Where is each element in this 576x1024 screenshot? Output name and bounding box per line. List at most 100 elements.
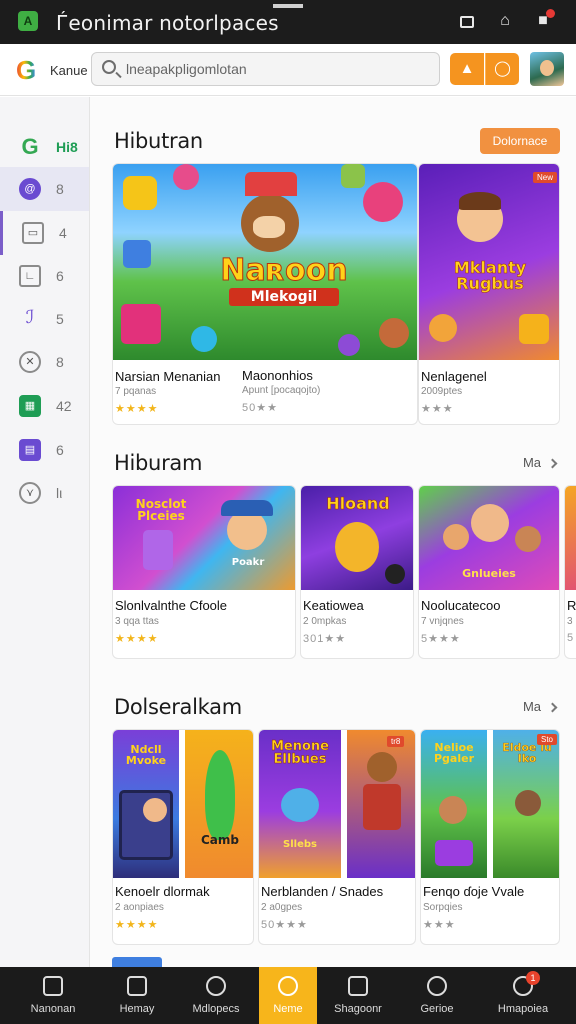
game-meta: 2 aonpiaes [115,902,164,913]
sidebar-item-label: 4 [59,225,67,241]
game-card[interactable]: Nelioe Pgaler Eldoe lu Iko Sto Fenqo ɗoj… [420,729,560,945]
drag-handle[interactable] [273,4,303,8]
calendar-icon: ▦ [19,395,41,417]
new-badge: New [533,172,558,183]
game-logo: Hloand [326,494,390,513]
game-logo: Nelioe Pgaler [433,741,474,765]
game-card[interactable]: Re 3 5 [564,485,576,659]
google-icon: G [21,134,39,159]
sidebar-item-at[interactable]: @ 8 [0,167,89,211]
game-rating: ★★★ [421,403,454,415]
game-logo-subtitle: Poakr [231,557,265,568]
game-logo: Ndcll Mvoke [125,743,167,767]
sidebar-item-label: 6 [56,268,64,284]
game-card[interactable]: Menone Ellbues Sllebs tr8 Nerblanden / S… [258,729,416,945]
section-title: Hiburam [114,451,203,475]
at-icon: @ [19,178,41,200]
brand-label: Kanue [50,63,88,78]
sidebar-item-home[interactable]: G Hi8 [0,125,89,169]
game-logo-subtitle: Sllebs [283,839,317,850]
game-card[interactable]: Maononhios Apunt [pocaqojto) 50★★ [240,359,410,425]
section-action-button[interactable]: Dolornace [480,128,560,154]
house-icon [127,976,147,996]
sidebar-item-label: 5 [56,311,64,327]
nav-item-store[interactable]: Shagoonr [317,967,399,1024]
game-logo-subtitle: Mlekogil [229,288,339,306]
title-bar: A Ѓeonimar notorlpaces ⌂ ■ [0,0,576,44]
game-title: Maononhios [242,368,313,383]
game-card[interactable]: Mklanty Rugbus New Nenlagenel 2009ptes ★… [418,163,560,425]
sidebar-item-label: 6 [56,442,64,458]
window-title: Ѓeonimar notorlpaces [56,11,279,35]
game-rating: 50★★ [242,402,278,414]
game-card[interactable]: Ndcll Mvoke Camb Kenoelr dlormak 2 aonpi… [112,729,254,945]
game-title: Keatiowea [303,598,364,613]
bottom-nav: Nanonan Hemay Mdlopecs Neme Shagoonr Ger… [0,967,576,1024]
game-meta: 7 vnjqnes [421,616,464,627]
settings-button[interactable]: ◯ [485,53,519,85]
game-thumbnail: tr8 [347,730,415,878]
compass-icon [206,976,226,996]
game-thumbnail: Nelioe Pgaler [421,730,487,878]
upload-icon[interactable]: ⌂ [494,10,516,32]
game-title: Fenqo ɗoje Vvale [423,884,525,899]
game-logo: Naʀoon [220,253,348,288]
run-icon: ℐ [25,307,35,327]
tools-icon: ✕ [19,351,41,373]
game-logo: Mklanty Rugbus [453,258,527,293]
game-title: Re [567,598,576,613]
next-row-peek [112,957,162,967]
sidebar-item-chart[interactable]: ∟ 6 [0,254,89,298]
promo-badge: Sto [537,734,558,745]
game-thumbnail: Mklanty Rugbus New [419,164,559,360]
nav-item-games[interactable]: Neme [259,967,317,1024]
nav-item-library[interactable]: Hemay [96,967,178,1024]
sidebar-item-run[interactable]: ℐ 5 [0,297,89,341]
game-title: Nerblanden / Snades [261,884,384,899]
game-title: Nenlagenel [421,369,487,384]
avatar[interactable] [530,52,564,86]
nav-item-explore[interactable]: Mdlopecs [175,967,257,1024]
game-title: Slonlvalnthe Cfoole [115,598,228,613]
leaf-icon: ⋎ [19,482,41,504]
sidebar-item-label: lι [56,485,63,501]
share-icon[interactable] [456,10,478,32]
game-thumbnail: Ndcll Mvoke [113,730,179,878]
game-logo: Menone Ellbues [270,739,329,767]
game-thumbnail [565,486,576,590]
notification-icon[interactable]: ■ [532,9,555,32]
sidebar-item-leaf[interactable]: ⋎ lι [0,471,89,515]
game-rating: ★★★★ [115,919,159,931]
see-more-link[interactable]: Ma [523,455,558,470]
nav-item-genre[interactable]: Gerioe [396,967,478,1024]
game-title: Noolucatecoo [421,598,501,613]
sidebar-item-calendar[interactable]: ▦ 42 [0,384,89,428]
section-title: Hibutran [114,129,203,153]
game-title: Kenoelr dlormak [115,884,210,899]
game-meta: 3 [567,616,573,627]
google-logo-icon[interactable]: G [16,56,36,84]
sidebar-item-tools[interactable]: ✕ 8 [0,340,89,384]
sidebar-item-folder[interactable]: ▤ 6 [0,428,89,472]
game-card[interactable]: Hloand Keatiowea 2 0mpkas 301★★ [300,485,414,659]
game-rating: 5 [567,632,575,644]
search-header: G Kanue ▲ ◯ [0,44,576,96]
nav-item-home[interactable]: Nanonan [12,967,94,1024]
search-bar[interactable] [91,52,440,86]
game-meta: Sorpqies [423,902,463,913]
game-card[interactable]: Nosclot Plceies Poakr Slonlvalnthe Cfool… [112,485,296,659]
search-icon [102,60,116,74]
nav-item-profile[interactable]: 1 Hmapoiea [482,967,564,1024]
home-icon [43,976,63,996]
see-more-link[interactable]: Ma [523,699,558,714]
filter-button[interactable]: ▲ [450,53,484,85]
featured-row: Naʀoon Mlekogil Narsian Menanian 7 pqana… [112,163,560,425]
search-input[interactable] [126,59,426,79]
game-thumbnail: Naʀoon Mlekogil [113,164,417,360]
sidebar-item-label: 42 [56,398,72,414]
game-card[interactable]: Gnlueies Noolucatecoo 7 vnjqnes 5★★★ [418,485,560,659]
sidebar-item-cup[interactable]: ▭ 4 [0,211,89,255]
sidebar: G Hi8 @ 8 ▭ 4 ∟ 6 ℐ 5 ✕ 8 ▦ 42 ▤ 6 ⋎ lι [0,97,90,967]
game-meta: 2 a0gpes [261,902,303,913]
game-thumbnail: Eldoe lu Iko Sto [493,730,559,878]
